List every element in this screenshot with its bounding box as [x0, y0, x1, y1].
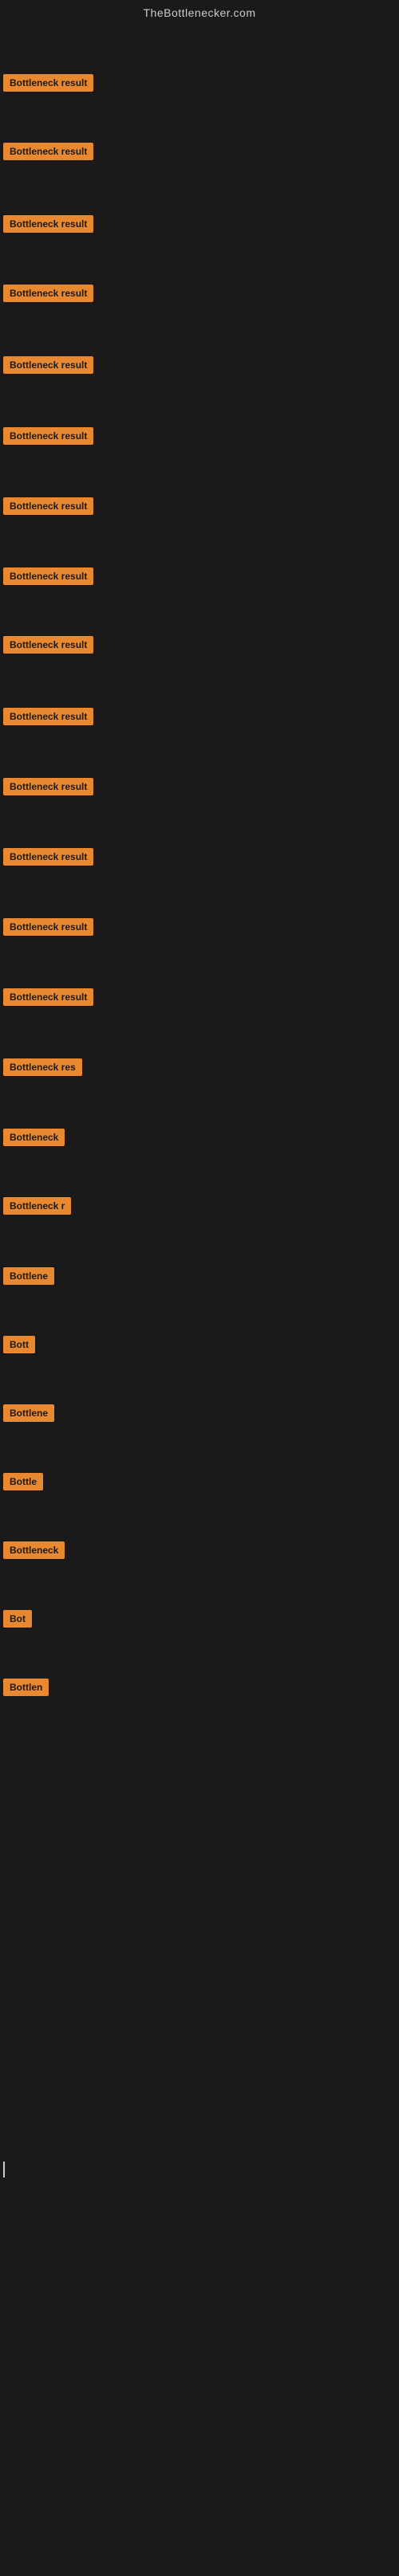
bottleneck-badge: Bottleneck result	[3, 215, 93, 233]
bottleneck-badge: Bottleneck result	[3, 143, 93, 160]
bottleneck-badge: Bott	[3, 1336, 35, 1353]
bottleneck-item[interactable]: Bottleneck result	[0, 985, 399, 1013]
bottleneck-badge: Bottleneck	[3, 1541, 65, 1559]
bottleneck-item[interactable]: Bottleneck result	[0, 633, 399, 661]
bottleneck-badge: Bottleneck result	[3, 427, 93, 445]
bottleneck-item[interactable]: Bottleneck	[0, 1538, 399, 1566]
bottleneck-item[interactable]: Bottlen	[0, 1675, 399, 1703]
bottleneck-badge: Bottleneck result	[3, 708, 93, 725]
bottleneck-badge: Bottleneck result	[3, 918, 93, 936]
bottleneck-badge: Bottleneck	[3, 1129, 65, 1146]
bottleneck-badge: Bottleneck result	[3, 848, 93, 866]
bottleneck-item[interactable]: Bottleneck result	[0, 281, 399, 309]
bottleneck-item[interactable]: Bot	[0, 1607, 399, 1635]
bottleneck-badge: Bottleneck result	[3, 988, 93, 1006]
bottleneck-badge: Bottleneck result	[3, 778, 93, 795]
bottleneck-item[interactable]: Bott	[0, 1333, 399, 1361]
bottleneck-item[interactable]: Bottleneck result	[0, 212, 399, 240]
bottleneck-badge: Bottleneck result	[3, 497, 93, 515]
bottleneck-item[interactable]: Bottleneck result	[0, 705, 399, 732]
bottleneck-item[interactable]: Bottleneck result	[0, 353, 399, 381]
bottleneck-badge: Bottleneck res	[3, 1058, 82, 1076]
bottleneck-item[interactable]: Bottleneck result	[0, 564, 399, 592]
text-cursor	[3, 2162, 5, 2177]
bottleneck-badge: Bottleneck r	[3, 1197, 71, 1215]
bottleneck-badge: Bottleneck result	[3, 74, 93, 92]
bottleneck-item[interactable]: Bottleneck result	[0, 915, 399, 943]
bottleneck-item[interactable]: Bottleneck result	[0, 845, 399, 873]
bottleneck-item[interactable]: Bottleneck r	[0, 1194, 399, 1222]
bottleneck-badge: Bottleneck result	[3, 636, 93, 654]
bottleneck-badge: Bottlen	[3, 1679, 49, 1696]
bottleneck-item[interactable]: Bottlene	[0, 1264, 399, 1292]
bottleneck-badge: Bottleneck result	[3, 567, 93, 585]
bottleneck-badge: Bot	[3, 1610, 32, 1628]
site-title: TheBottlenecker.com	[0, 0, 399, 26]
bottleneck-badge: Bottlene	[3, 1267, 54, 1285]
bottleneck-item[interactable]: Bottleneck result	[0, 139, 399, 167]
bottleneck-item[interactable]: Bottleneck result	[0, 494, 399, 522]
bottleneck-item[interactable]: Bottleneck	[0, 1125, 399, 1153]
bottleneck-badge: Bottleneck result	[3, 285, 93, 302]
bottleneck-badge: Bottleneck result	[3, 356, 93, 374]
bottleneck-item[interactable]: Bottleneck result	[0, 71, 399, 99]
bottleneck-item[interactable]: Bottlene	[0, 1401, 399, 1429]
bottleneck-item[interactable]: Bottle	[0, 1470, 399, 1498]
bottleneck-badge: Bottle	[3, 1473, 43, 1490]
bottleneck-item[interactable]: Bottleneck result	[0, 775, 399, 803]
bottleneck-item[interactable]: Bottleneck result	[0, 424, 399, 452]
bottleneck-badge: Bottlene	[3, 1404, 54, 1422]
bottleneck-item[interactable]: Bottleneck res	[0, 1055, 399, 1083]
